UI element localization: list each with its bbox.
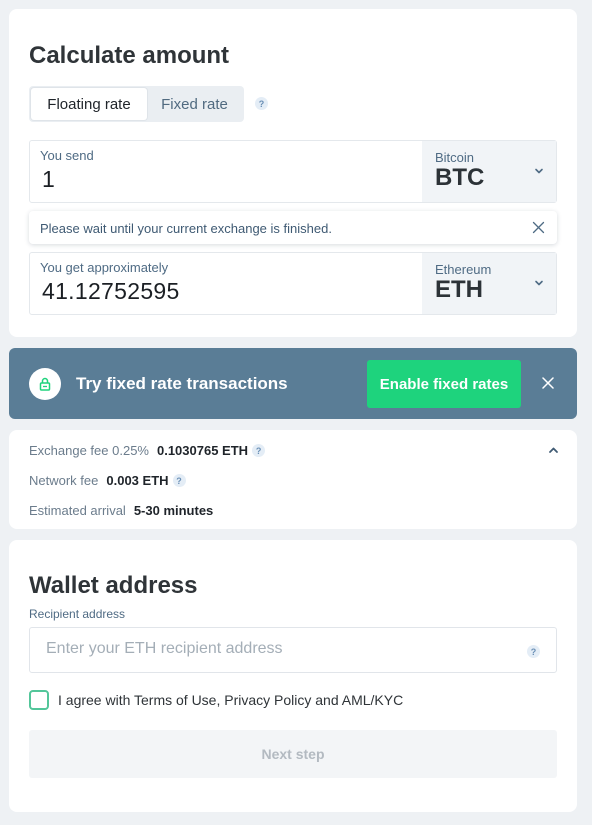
get-amount-value: 41.12752595 bbox=[42, 278, 180, 304]
chevron-down-icon bbox=[535, 168, 543, 174]
fees-card: Exchange fee 0.25% 0.1030765 ETH ? Netwo… bbox=[9, 430, 577, 529]
exchange-fee-label: Exchange fee 0.25% bbox=[29, 443, 149, 458]
send-currency-code: BTC bbox=[435, 164, 485, 191]
send-currency-name: Bitcoin bbox=[435, 150, 475, 165]
send-amount-value[interactable]: 1 bbox=[42, 166, 55, 193]
rate-type-tabs: Floating rate Fixed rate bbox=[29, 86, 244, 122]
arrival-row: Estimated arrival 5-30 minutes bbox=[29, 503, 213, 518]
next-step-button[interactable]: Next step bbox=[29, 730, 557, 778]
get-currency-code: ETH bbox=[435, 276, 483, 303]
chevron-down-icon bbox=[535, 280, 543, 286]
send-currency-select[interactable]: Bitcoin BTC bbox=[422, 141, 556, 202]
get-amount-box: You get approximately 41.12752595 Ethere… bbox=[29, 252, 557, 315]
send-amount-box: You send 1 Bitcoin BTC bbox=[29, 140, 557, 203]
help-icon[interactable]: ? bbox=[172, 474, 186, 487]
close-icon[interactable] bbox=[532, 221, 545, 234]
help-icon[interactable]: ? bbox=[252, 444, 266, 457]
fixed-rate-banner: Try fixed rate transactions Enable fixed… bbox=[9, 348, 577, 419]
agree-checkbox[interactable] bbox=[29, 690, 49, 710]
rate-help-icon[interactable]: ? bbox=[255, 97, 268, 110]
agree-terms: I agree with Terms of Use, Privacy Polic… bbox=[29, 690, 403, 710]
exchange-fee-value: 0.1030765 ETH bbox=[156, 443, 249, 458]
exchange-fee-row: Exchange fee 0.25% 0.1030765 ETH ? bbox=[29, 443, 266, 458]
send-label: You send bbox=[40, 148, 94, 163]
exchange-warning: Please wait until your current exchange … bbox=[29, 211, 557, 244]
get-amount-field[interactable]: You get approximately 41.12752595 bbox=[30, 253, 423, 314]
warning-text: Please wait until your current exchange … bbox=[40, 221, 332, 236]
get-label: You get approximately bbox=[40, 260, 169, 275]
network-fee-value: 0.003 ETH bbox=[106, 473, 169, 488]
banner-text: Try fixed rate transactions bbox=[76, 374, 288, 393]
agree-text: I agree with Terms of Use, Privacy Polic… bbox=[58, 692, 404, 708]
network-fee-row: Network fee 0.003 ETH ? bbox=[29, 473, 186, 488]
tab-floating-rate[interactable]: Floating rate bbox=[31, 88, 147, 120]
recipient-address-input[interactable] bbox=[46, 640, 516, 658]
wallet-title: Wallet address bbox=[29, 572, 198, 599]
recipient-help-icon[interactable]: ? bbox=[527, 645, 540, 658]
recipient-label: Recipient address bbox=[29, 607, 126, 621]
network-fee-label: Network fee bbox=[29, 473, 99, 488]
calculate-amount-card: Calculate amount Floating rate Fixed rat… bbox=[9, 9, 577, 337]
wallet-card: Wallet address Recipient address ? I agr… bbox=[9, 540, 577, 812]
recipient-field: ? bbox=[29, 627, 557, 673]
calculate-title: Calculate amount bbox=[29, 42, 230, 69]
get-currency-name: Ethereum bbox=[435, 262, 492, 277]
arrival-value: 5-30 minutes bbox=[133, 503, 214, 518]
arrival-label: Estimated arrival bbox=[29, 503, 126, 518]
send-amount-field[interactable]: You send 1 bbox=[30, 141, 423, 202]
get-currency-select[interactable]: Ethereum ETH bbox=[422, 253, 556, 314]
lock-icon bbox=[29, 368, 61, 400]
close-icon[interactable] bbox=[541, 376, 555, 390]
enable-fixed-rates-button[interactable]: Enable fixed rates bbox=[367, 360, 521, 408]
chevron-up-icon[interactable] bbox=[548, 445, 559, 456]
tab-fixed-rate[interactable]: Fixed rate bbox=[147, 88, 242, 120]
